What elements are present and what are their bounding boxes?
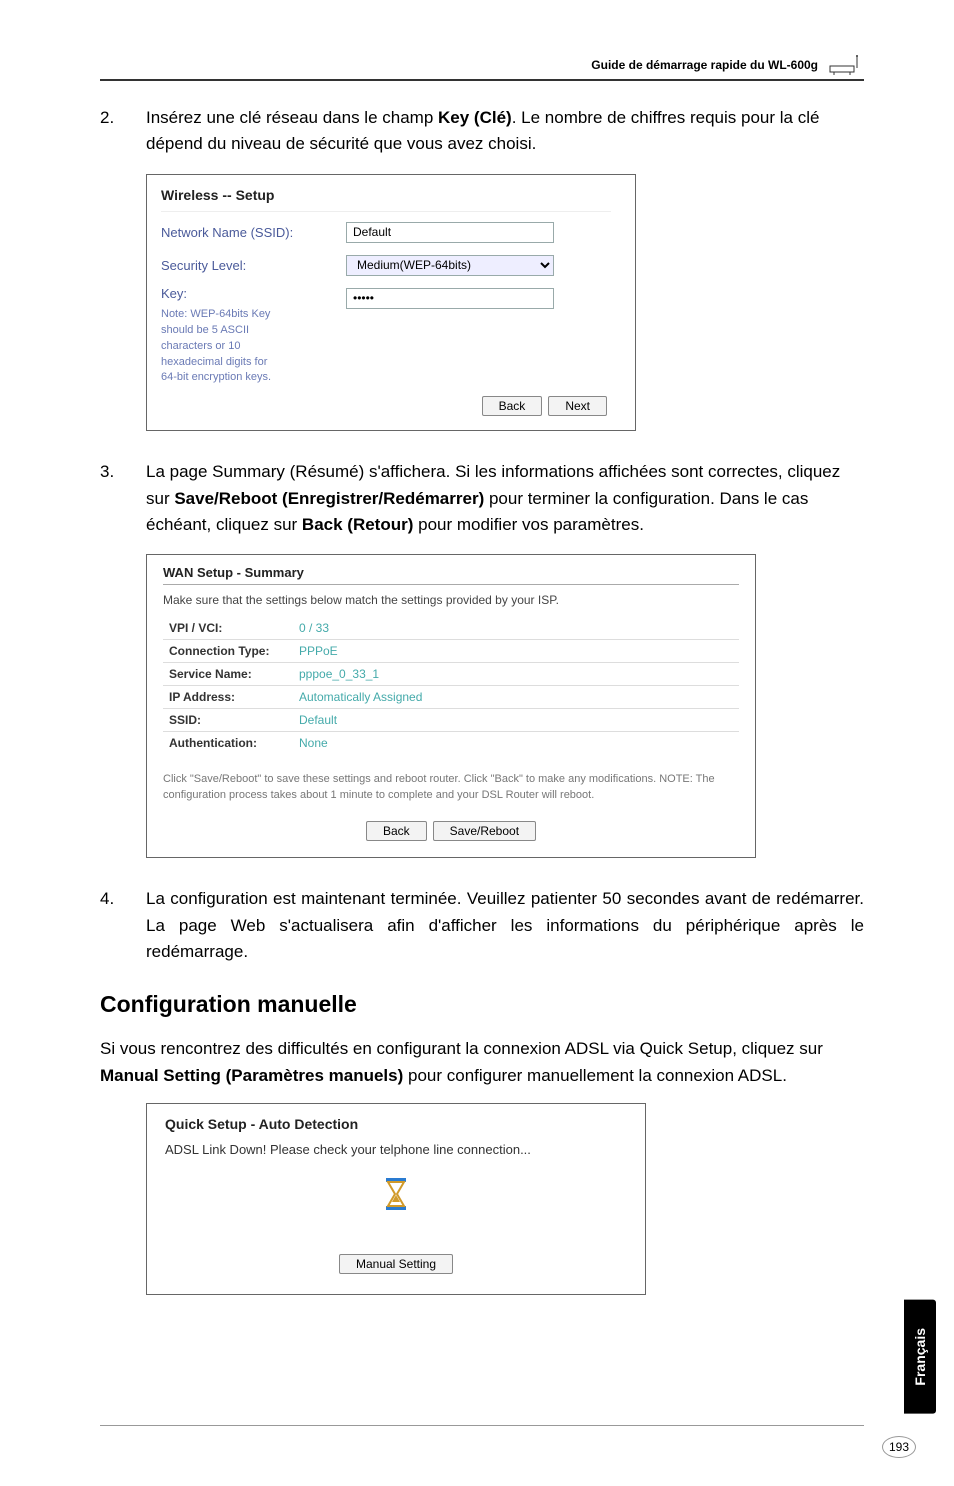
panel-subtitle: Make sure that the settings below match …	[163, 593, 739, 607]
cell-key: SSID:	[163, 709, 293, 731]
hourglass-icon	[382, 1177, 410, 1216]
panel-title: Quick Setup - Auto Detection	[165, 1116, 627, 1132]
text-bold: Save/Reboot (Enregistrer/Redémarrer)	[174, 489, 484, 508]
cell-val: Default	[293, 709, 739, 731]
table-row: Authentication:None	[163, 731, 739, 754]
text: pour configurer manuellement la connexio…	[403, 1066, 787, 1085]
key-note: Note: WEP-64bits Key should be 5 ASCII c…	[161, 307, 281, 387]
text-bold: Key (Clé)	[438, 108, 512, 127]
label-ssid: Network Name (SSID):	[161, 225, 346, 240]
section-heading: Configuration manuelle	[100, 991, 864, 1018]
label-security: Security Level:	[161, 258, 346, 273]
language-tab: Français	[904, 1300, 936, 1414]
cell-val: 0 / 33	[293, 617, 739, 639]
text: Si vous rencontrez des difficultés en co…	[100, 1039, 823, 1058]
cell-val: None	[293, 732, 739, 754]
page-number: 193	[882, 1436, 916, 1458]
cell-val: PPPoE	[293, 640, 739, 662]
key-input[interactable]	[346, 288, 554, 309]
page-header-title: Guide de démarrage rapide du WL-600g	[591, 58, 818, 72]
cell-val: Automatically Assigned	[293, 686, 739, 708]
label-key: Key:	[161, 286, 187, 301]
router-icon	[828, 54, 864, 76]
panel-title: Wireless -- Setup	[161, 185, 611, 212]
text-bold: Back (Retour)	[302, 515, 413, 534]
table-row: VPI / VCI:0 / 33	[163, 617, 739, 639]
note-text: Click "Save/Reboot" to save these settin…	[163, 772, 739, 803]
table-row: SSID:Default	[163, 708, 739, 731]
paragraph: Si vous rencontrez des difficultés en co…	[100, 1036, 864, 1089]
footer-rule	[100, 1425, 864, 1426]
ssid-input[interactable]	[346, 222, 554, 243]
cell-key: VPI / VCI:	[163, 617, 293, 639]
table-row: IP Address:Automatically Assigned	[163, 685, 739, 708]
step-2: 2. Insérez une clé réseau dans le champ …	[100, 105, 864, 158]
panel-title: WAN Setup - Summary	[163, 563, 739, 585]
summary-table: VPI / VCI:0 / 33 Connection Type:PPPoE S…	[163, 617, 739, 754]
security-select[interactable]: Medium(WEP-64bits)	[346, 255, 554, 276]
text: Insérez une clé réseau dans le champ	[146, 108, 438, 127]
save-reboot-button[interactable]: Save/Reboot	[433, 821, 536, 841]
screenshot-quick-setup: Quick Setup - Auto Detection ADSL Link D…	[146, 1103, 646, 1295]
step-text: La page Summary (Résumé) s'affichera. Si…	[146, 459, 864, 538]
table-row: Connection Type:PPPoE	[163, 639, 739, 662]
cell-key: Authentication:	[163, 732, 293, 754]
step-text: La configuration est maintenant terminée…	[146, 886, 864, 965]
step-4: 4. La configuration est maintenant termi…	[100, 886, 864, 965]
back-button[interactable]: Back	[482, 396, 543, 416]
cell-val: pppoe_0_33_1	[293, 663, 739, 685]
step-number: 3.	[100, 459, 122, 538]
step-number: 4.	[100, 886, 122, 965]
manual-setting-button[interactable]: Manual Setting	[339, 1254, 453, 1274]
screenshot-wireless-setup: Wireless -- Setup Network Name (SSID): S…	[146, 174, 636, 432]
step-text: Insérez une clé réseau dans le champ Key…	[146, 105, 864, 158]
text-bold: Manual Setting (Paramètres manuels)	[100, 1066, 403, 1085]
cell-key: Connection Type:	[163, 640, 293, 662]
next-button[interactable]: Next	[548, 396, 607, 416]
step-number: 2.	[100, 105, 122, 158]
screenshot-wan-summary: WAN Setup - Summary Make sure that the s…	[146, 554, 756, 858]
step-3: 3. La page Summary (Résumé) s'affichera.…	[100, 459, 864, 538]
table-row: Service Name:pppoe_0_33_1	[163, 662, 739, 685]
text: pour modifier vos paramètres.	[413, 515, 644, 534]
back-button[interactable]: Back	[366, 821, 427, 841]
status-message: ADSL Link Down! Please check your telpho…	[165, 1142, 627, 1157]
cell-key: IP Address:	[163, 686, 293, 708]
cell-key: Service Name:	[163, 663, 293, 685]
